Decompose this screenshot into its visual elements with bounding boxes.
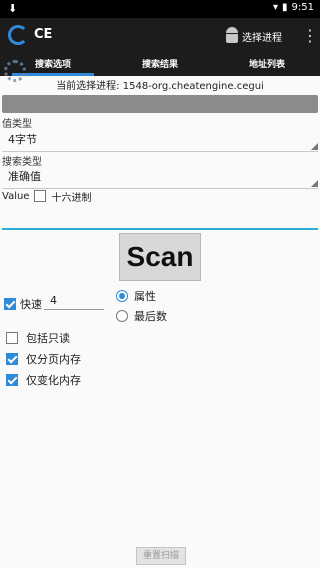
app-title: CE bbox=[34, 27, 53, 42]
download-icon: ⬇ bbox=[8, 2, 18, 15]
radio-attribute[interactable]: 属性 bbox=[116, 288, 156, 304]
tab-address-list[interactable]: 地址列表 bbox=[214, 54, 320, 76]
select-process-label: 选择进程 bbox=[242, 32, 282, 44]
android-icon bbox=[224, 27, 240, 45]
fast-scan-row: 快速 bbox=[4, 296, 42, 312]
paged-memory-only-option[interactable]: 仅分页内存 bbox=[6, 351, 81, 367]
status-icons: ▾ ▮ 9:51 bbox=[273, 2, 314, 13]
fast-scan-checkbox[interactable] bbox=[4, 298, 16, 310]
current-process-text: 当前选择进程: 1548-org.cheatengine.cegui bbox=[56, 81, 264, 92]
changed-memory-only-label: 仅变化内存 bbox=[26, 374, 81, 387]
hex-label: 十六进制 bbox=[51, 192, 92, 204]
radio-button[interactable] bbox=[116, 310, 128, 322]
dropdown-arrow-icon bbox=[311, 180, 318, 187]
scan-button[interactable]: Scan bbox=[119, 233, 201, 281]
tab-label: 地址列表 bbox=[248, 60, 285, 70]
reset-scan-button[interactable]: 重置扫描 bbox=[136, 547, 186, 565]
more-options-icon[interactable]: ⋮ bbox=[302, 26, 318, 46]
tab-label: 搜索选项 bbox=[34, 60, 71, 70]
search-type-dropdown[interactable]: 准确值 bbox=[2, 166, 318, 189]
fast-scan-label: 快速 bbox=[20, 298, 42, 311]
fast-scan-value-input[interactable]: 4 bbox=[44, 292, 104, 310]
radio-button[interactable] bbox=[116, 290, 128, 302]
floating-gear-icon[interactable] bbox=[4, 60, 26, 82]
wifi-icon: ▾ bbox=[272, 2, 279, 13]
radio-attribute-label: 属性 bbox=[134, 290, 156, 303]
changed-memory-only-option[interactable]: 仅变化内存 bbox=[6, 372, 81, 388]
include-readonly-label: 包括只读 bbox=[26, 332, 70, 345]
value-type-dropdown[interactable]: 4字节 bbox=[2, 129, 318, 152]
app-bar: CE 选择进程 ⋮ bbox=[0, 18, 320, 54]
value-type-selected: 4字节 bbox=[8, 133, 37, 146]
value-input[interactable] bbox=[2, 208, 318, 230]
select-process-button[interactable]: 选择进程 bbox=[224, 24, 282, 48]
dropdown-arrow-icon bbox=[311, 143, 318, 150]
changed-memory-only-checkbox[interactable] bbox=[6, 374, 18, 386]
status-time: 9:51 bbox=[291, 2, 314, 13]
app-logo-icon bbox=[8, 25, 28, 45]
tab-search-results[interactable]: 搜索结果 bbox=[106, 54, 214, 76]
scan-progress-bar bbox=[2, 95, 318, 113]
include-readonly-checkbox[interactable] bbox=[6, 332, 18, 344]
radio-last-digits-label: 最后数 bbox=[134, 310, 167, 323]
tab-label: 搜索结果 bbox=[141, 60, 178, 70]
value-label: Value bbox=[2, 190, 30, 202]
search-type-selected: 准确值 bbox=[8, 170, 41, 183]
value-type-label: 值类型 bbox=[2, 119, 32, 130]
battery-icon: ▮ bbox=[282, 2, 288, 13]
status-bar: ⬇ ▾ ▮ 9:51 bbox=[0, 0, 320, 18]
value-row: Value 十六进制 bbox=[2, 188, 91, 204]
radio-last-digits[interactable]: 最后数 bbox=[116, 308, 167, 324]
hex-checkbox[interactable] bbox=[34, 190, 47, 202]
paged-memory-only-label: 仅分页内存 bbox=[26, 353, 81, 366]
paged-memory-only-checkbox[interactable] bbox=[6, 353, 18, 365]
include-readonly-option[interactable]: 包括只读 bbox=[6, 330, 70, 346]
tab-bar: 搜索选项 搜索结果 地址列表 bbox=[0, 54, 320, 76]
